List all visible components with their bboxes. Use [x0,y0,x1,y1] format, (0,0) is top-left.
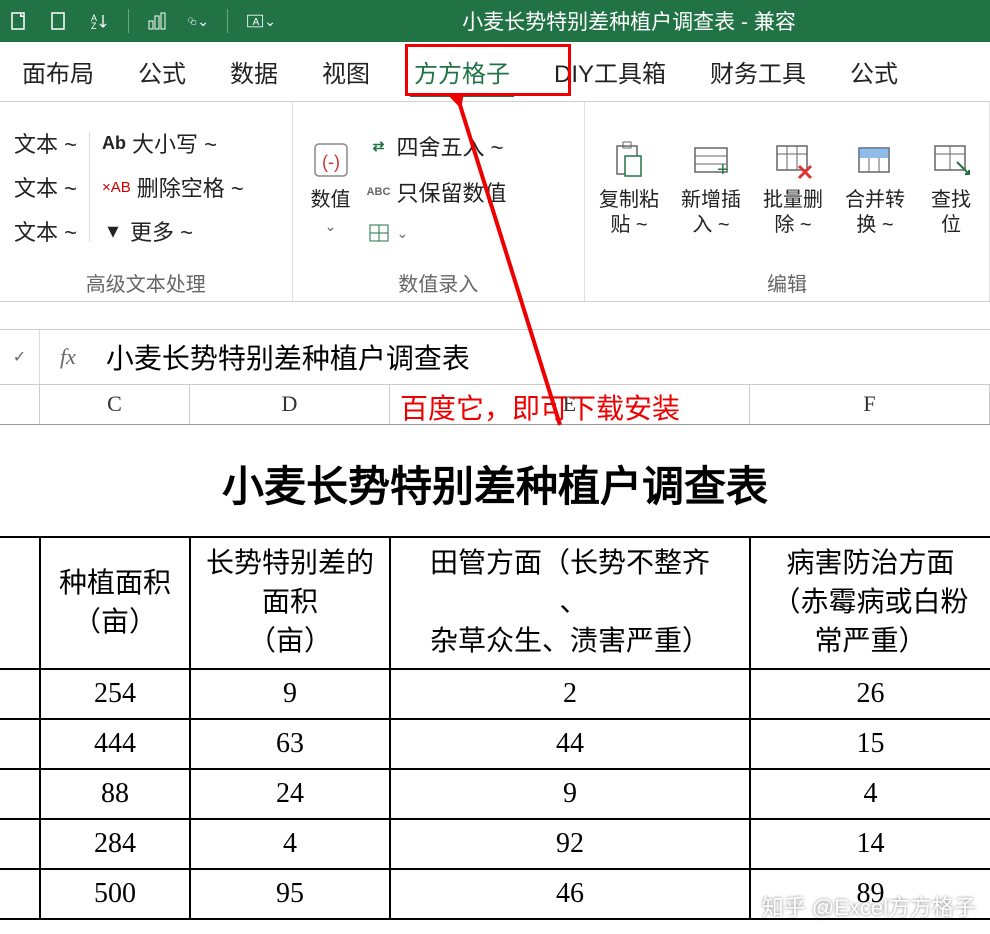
svg-text:+: + [717,159,729,181]
tab-finance-tools[interactable]: 财务工具 [688,40,828,103]
svg-text:A: A [253,17,260,28]
qat-new-icon[interactable] [8,10,30,32]
window-title: 小麦长势特别差种植户调查表 - 兼容 [276,6,982,36]
tab-formulas-2[interactable]: 公式 [828,40,920,103]
ribbon-tabs: 面布局 公式 数据 视图 方方格子 DIY工具箱 财务工具 公式 [0,42,990,102]
text-btn-3[interactable]: 文本 ~ [14,215,77,247]
titlebar: AZ ⌄ A⌄ 小麦长势特别差种植户调查表 - 兼容 [0,0,990,42]
ribbon: 文本 ~ 文本 ~ 文本 ~ Ab大小写 ~ ×AB删除空格 ~ ▾更多 ~ 高… [0,102,990,302]
find-position-btn[interactable]: 查找 位 [927,136,975,238]
svg-text:Z: Z [91,21,97,31]
numeric-big-btn[interactable]: (-) 数值⌄ [307,136,355,238]
quick-access-toolbar: AZ ⌄ A⌄ [8,9,276,33]
tab-view[interactable]: 视图 [300,40,392,103]
batch-delete-btn[interactable]: 批量删 除 ~ [763,136,823,238]
merge-convert-btn[interactable]: 合并转 换 ~ [845,136,905,238]
col-f[interactable]: F [750,385,990,424]
tab-fangfanggezi[interactable]: 方方格子 [392,40,532,103]
column-headers: C D E F 百度它，即可下载安装 [0,385,990,425]
tab-page-layout[interactable]: 面布局 [0,40,116,103]
formula-bar: ✓ fx [0,330,990,385]
th-field-mgmt: 田管方面（长势不整齐 、 杂草众生、渍害严重） [390,537,750,669]
watermark: 知乎 @Excel方方格子 [762,890,976,922]
tab-data[interactable]: 数据 [208,40,300,103]
numeric-extra-btn[interactable]: ⌄ [367,222,507,244]
th-bad-area: 长势特别差的 面积 （亩） [190,537,390,669]
data-table: 种植面积 （亩） 长势特别差的 面积 （亩） 田管方面（长势不整齐 、 杂草众生… [0,536,990,920]
more-btn[interactable]: ▾更多 ~ [102,215,244,247]
text-btn-1[interactable]: 文本 ~ [14,127,77,159]
group-text-label: 高级文本处理 [14,262,278,297]
table-row: 2549226 [0,669,990,719]
qat-textbox-icon[interactable]: A⌄ [246,10,276,32]
round-btn[interactable]: ⇄四舍五入 ~ [367,130,507,162]
tab-formulas[interactable]: 公式 [116,40,208,103]
qat-page-icon[interactable] [48,10,70,32]
formula-input[interactable] [96,341,990,373]
table-row: 882494 [0,769,990,819]
annotation-text: 百度它，即可下载安装 [400,387,680,427]
row-corner[interactable] [0,385,40,424]
case-btn[interactable]: Ab大小写 ~ [102,127,244,159]
sheet-title: 小麦长势特别差种植户调查表 [0,425,990,536]
col-c[interactable]: C [40,385,190,424]
fx-check-icon[interactable]: ✓ [0,330,40,384]
new-insert-btn[interactable]: + 新增插 入 ~ [681,136,741,238]
th-area: 种植面积 （亩） [40,537,190,669]
fx-label[interactable]: fx [40,344,96,370]
table-row: 444634415 [0,719,990,769]
qat-shape-icon[interactable]: ⌄ [187,10,209,32]
group-numeric-label: 数值录入 [307,262,571,297]
delete-space-btn[interactable]: ×AB删除空格 ~ [102,171,244,203]
qat-chart-icon[interactable] [147,10,169,32]
col-d[interactable]: D [190,385,390,424]
text-btn-2[interactable]: 文本 ~ [14,171,77,203]
keep-numeric-btn[interactable]: ABC只保留数值 [367,176,507,208]
qat-sort-icon[interactable]: AZ [88,10,110,32]
th-disease: 病害防治方面 （赤霉病或白粉 常严重） [750,537,990,669]
table-row: 28449214 [0,819,990,869]
group-edit-label: 编辑 [599,262,975,297]
svg-text:(-): (-) [322,152,340,172]
tab-diy-toolbox[interactable]: DIY工具箱 [532,40,688,103]
copy-paste-btn[interactable]: 复制粘 贴 ~ [599,136,659,238]
